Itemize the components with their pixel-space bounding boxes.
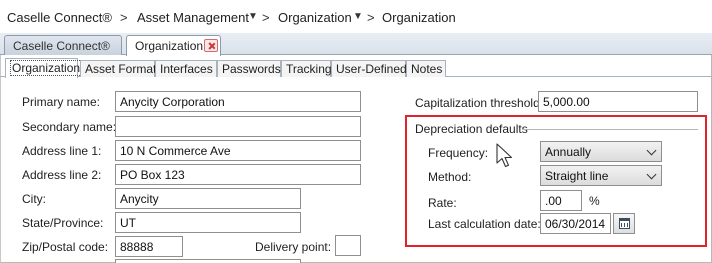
tab-label: Notes — [411, 62, 443, 76]
rate-label: Rate: — [428, 196, 457, 210]
rate-field[interactable]: .00 — [540, 190, 582, 211]
method-value: Straight line — [545, 169, 609, 183]
window-tab-organization[interactable]: Organization — [126, 35, 221, 56]
last-calculation-date-label: Last calculation date: — [428, 217, 541, 231]
zip-postal-code-label: Zip/Postal code: — [22, 240, 109, 254]
breadcrumb-separator-icon: > — [262, 10, 270, 25]
tab-label: Tracking — [286, 62, 332, 76]
tab-interfaces[interactable]: Interfaces — [155, 60, 217, 77]
tab-organization[interactable]: Organization — [5, 58, 83, 78]
method-label: Method: — [428, 170, 472, 184]
state-province-field[interactable]: UT — [115, 212, 301, 233]
section-tab-strip: Organization Asset Format Interfaces Pas… — [0, 56, 712, 78]
date-picker-button[interactable] — [613, 213, 635, 234]
capitalization-threshold-label: Capitalization threshold: — [415, 96, 544, 110]
address-line-1-field[interactable]: 10 N Commerce Ave — [115, 140, 361, 161]
tab-user-defined[interactable]: User-Defined — [331, 60, 407, 77]
tab-passwords[interactable]: Passwords — [217, 60, 281, 77]
breadcrumb-separator-icon: > — [120, 10, 128, 25]
primary-name-field[interactable]: Anycity Corporation — [115, 91, 361, 112]
delivery-point-field[interactable] — [335, 235, 361, 256]
breadcrumb-item-caselle-connect[interactable]: Caselle Connect® — [7, 10, 112, 25]
breadcrumb-dropdown-icon[interactable]: ▼ — [353, 11, 363, 22]
calendar-icon — [619, 218, 630, 229]
chevron-down-icon — [646, 169, 657, 180]
depreciation-defaults-heading: Depreciation defaults — [415, 122, 528, 136]
tab-tracking[interactable]: Tracking — [281, 60, 332, 77]
next-field-partial[interactable] — [115, 259, 301, 263]
mouse-pointer-icon — [496, 143, 513, 168]
secondary-name-label: Secondary name: — [22, 120, 117, 134]
breadcrumb-dropdown-icon[interactable]: ▼ — [248, 11, 258, 22]
frequency-label: Frequency: — [428, 146, 489, 160]
window-tab-label: Caselle Connect® — [13, 39, 110, 53]
window-tab-strip: Caselle Connect® Organization — [0, 33, 712, 56]
frequency-value: Annually — [545, 145, 592, 159]
breadcrumb-item-organization[interactable]: Organization — [278, 10, 352, 25]
tab-label: Passwords — [222, 62, 281, 76]
window-tab-caselle-connect[interactable]: Caselle Connect® — [4, 35, 122, 55]
tab-notes[interactable]: Notes — [406, 60, 446, 77]
address-line-2-field[interactable]: PO Box 123 — [115, 164, 361, 185]
zip-postal-code-field[interactable]: 88888 — [115, 236, 183, 257]
tab-label: Interfaces — [160, 62, 213, 76]
chevron-down-icon — [646, 145, 657, 156]
state-province-label: State/Province: — [22, 216, 104, 230]
tab-label: User-Defined — [336, 62, 407, 76]
tab-label: Asset Format — [85, 62, 157, 76]
breadcrumb: Caselle Connect® > Asset Management ▼ > … — [0, 0, 712, 33]
address-line-2-label: Address line 2: — [22, 168, 102, 182]
city-label: City: — [22, 192, 46, 206]
window-tab-label: Organization — [135, 39, 204, 53]
capitalization-threshold-field[interactable]: 5,000.00 — [538, 91, 698, 112]
city-field[interactable]: Anycity — [115, 188, 301, 209]
group-divider — [522, 129, 698, 130]
close-icon[interactable] — [204, 39, 218, 52]
method-select[interactable]: Straight line — [540, 165, 662, 186]
breadcrumb-separator-icon: > — [367, 10, 375, 25]
address-line-1-label: Address line 1: — [22, 144, 102, 158]
last-calculation-date-field[interactable]: 06/30/2014 — [540, 213, 611, 234]
rate-unit: % — [589, 194, 600, 208]
secondary-name-field[interactable] — [115, 116, 361, 137]
breadcrumb-item-organization-current: Organization — [382, 10, 456, 25]
frequency-select[interactable]: Annually — [540, 141, 662, 162]
tab-label: Organization — [10, 60, 83, 76]
primary-name-label: Primary name: — [22, 95, 101, 109]
delivery-point-label: Delivery point: — [255, 240, 332, 254]
breadcrumb-item-asset-management[interactable]: Asset Management — [137, 10, 249, 25]
tab-asset-format[interactable]: Asset Format — [80, 60, 157, 77]
